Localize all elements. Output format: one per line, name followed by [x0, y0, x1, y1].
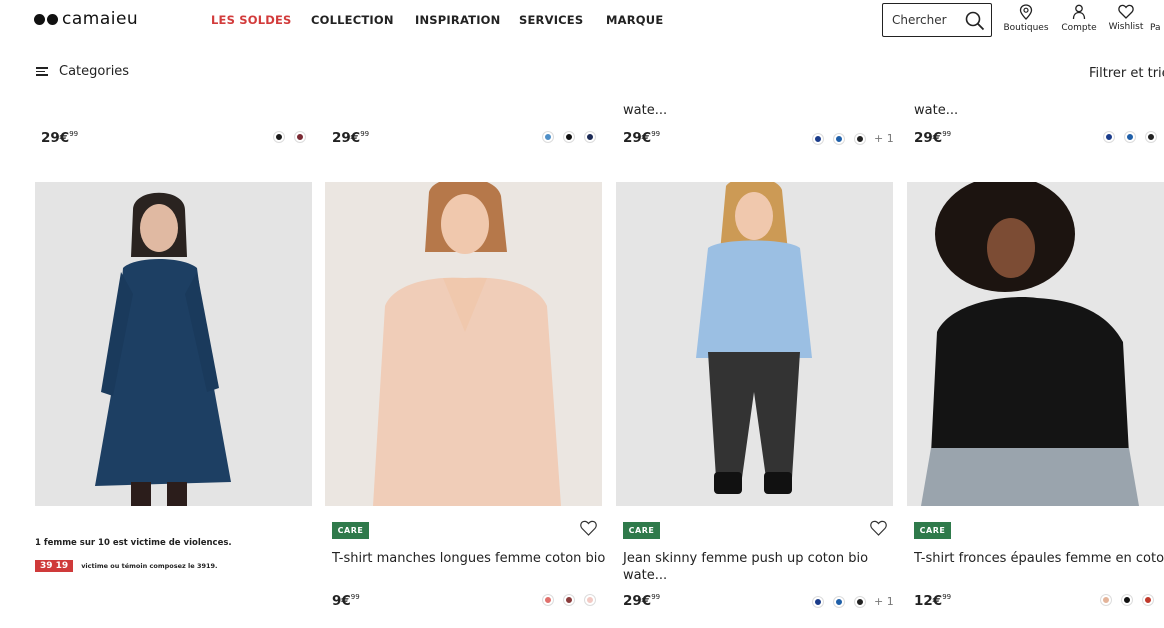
violence-notice[interactable]: 1 femme sur 10 est victime de violences.…	[35, 538, 295, 572]
color-swatch[interactable]	[564, 595, 574, 605]
color-swatches	[532, 132, 595, 142]
notice-line1: 1 femme sur 10 est victime de violences.	[35, 538, 232, 548]
color-swatch[interactable]	[1125, 132, 1135, 142]
filter-sort-button[interactable]: Filtrer et trier	[1089, 66, 1164, 81]
color-swatch[interactable]	[564, 132, 574, 142]
panier-label: Pa	[1150, 23, 1161, 33]
color-swatch[interactable]	[813, 133, 823, 144]
color-swatches: + 1	[802, 132, 894, 145]
product-price: 29€99	[623, 593, 661, 609]
heart-icon	[1118, 4, 1134, 19]
product-title[interactable]: Jean skinny femme push up coton bio wate…	[623, 550, 868, 584]
logo-dot	[34, 13, 45, 25]
notice-number: 39 19	[35, 560, 74, 572]
wishlist-heart-icon[interactable]	[580, 520, 597, 536]
product-title[interactable]: T-shirt fronces épaules femme en coton b…	[914, 550, 1164, 567]
nav-marque[interactable]: MARQUE	[606, 13, 663, 27]
product-price: 9€99	[332, 593, 360, 609]
product-price: 29€99	[41, 130, 79, 146]
categories-button[interactable]: Categories	[36, 64, 129, 79]
care-badge: CARE	[914, 522, 951, 539]
more-colors[interactable]: + 1	[874, 595, 894, 608]
color-swatch[interactable]	[543, 132, 553, 142]
location-pin-icon	[1019, 4, 1033, 20]
color-swatch[interactable]	[813, 596, 823, 607]
nav-services[interactable]: SERVICES	[519, 13, 583, 27]
product-image[interactable]	[616, 182, 893, 506]
logo-wordmark: camaieu	[62, 9, 139, 29]
color-swatch[interactable]	[834, 133, 844, 144]
bag-icon	[1150, 4, 1164, 20]
nav-collection[interactable]: COLLECTION	[311, 13, 394, 27]
color-swatch[interactable]	[834, 596, 844, 607]
categories-label: Categories	[59, 64, 130, 79]
product-image[interactable]	[35, 182, 312, 506]
color-swatch[interactable]	[295, 132, 305, 142]
category-bar: Categories Filtrer et trier	[0, 56, 1164, 92]
product-price: 29€99	[914, 130, 952, 146]
boutiques-button[interactable]: Boutiques	[1002, 4, 1050, 33]
color-swatches: + 1	[802, 595, 894, 608]
product-price: 12€99	[914, 593, 952, 609]
color-swatches	[263, 132, 305, 142]
search-icon[interactable]	[965, 11, 985, 31]
color-swatch[interactable]	[1101, 595, 1111, 605]
menu-icon	[36, 65, 48, 78]
user-icon	[1072, 4, 1086, 20]
model-illustration	[616, 182, 893, 506]
product-image[interactable]	[325, 182, 602, 506]
more-colors[interactable]: + 1	[874, 132, 894, 145]
color-swatch[interactable]	[1122, 595, 1132, 605]
nav-inspiration[interactable]: INSPIRATION	[415, 13, 500, 27]
color-swatch[interactable]	[585, 132, 595, 142]
care-badge: CARE	[623, 522, 660, 539]
product-title[interactable]: wate...	[623, 103, 667, 118]
product-title[interactable]: wate...	[914, 103, 958, 118]
compte-label: Compte	[1061, 23, 1097, 33]
care-badge: CARE	[332, 522, 369, 539]
color-swatches	[1093, 132, 1156, 142]
color-swatch[interactable]	[855, 596, 865, 607]
color-swatches	[1090, 595, 1153, 605]
product-title[interactable]: T-shirt manches longues femme coton bio	[332, 550, 605, 567]
panier-button[interactable]: Pa	[1150, 4, 1164, 33]
wishlist-heart-icon[interactable]	[870, 520, 887, 536]
color-swatch[interactable]	[543, 595, 553, 605]
model-illustration	[325, 182, 602, 506]
product-image[interactable]	[907, 182, 1164, 506]
color-swatch[interactable]	[1104, 132, 1114, 142]
logo-dot	[47, 13, 58, 25]
wishlist-label: Wishlist	[1108, 22, 1144, 32]
notice-line2: victime ou témoin composez le 3919.	[81, 562, 218, 570]
site-header: camaieu LES SOLDES COLLECTION INSPIRATIO…	[0, 0, 1164, 40]
nav-les-soldes[interactable]: LES SOLDES	[211, 13, 292, 27]
color-swatch[interactable]	[585, 595, 595, 605]
camaieu-logo[interactable]: camaieu	[34, 10, 138, 28]
product-price: 29€99	[332, 130, 370, 146]
product-price: 29€99	[623, 130, 661, 146]
compte-button[interactable]: Compte	[1055, 4, 1103, 33]
color-swatch[interactable]	[855, 133, 865, 144]
color-swatch[interactable]	[1143, 595, 1153, 605]
search-input[interactable]: Chercher	[892, 13, 947, 27]
wishlist-button[interactable]: Wishlist	[1102, 4, 1150, 32]
model-illustration	[907, 182, 1164, 506]
search-box[interactable]: Chercher	[882, 3, 992, 37]
color-swatches	[532, 595, 595, 605]
color-swatch[interactable]	[1146, 132, 1156, 142]
boutiques-label: Boutiques	[1003, 23, 1049, 33]
model-illustration	[35, 182, 312, 506]
color-swatch[interactable]	[274, 132, 284, 142]
